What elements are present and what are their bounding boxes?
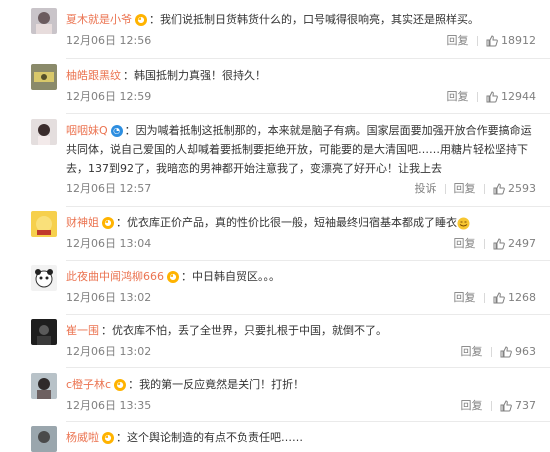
like-count: 18912 — [501, 34, 536, 47]
divider — [66, 314, 550, 315]
avatar[interactable] — [31, 211, 57, 237]
comment-text: ：优衣库不怕，丢了全世界，只要扎根于中国，就倒不了。 — [101, 324, 387, 337]
like-button[interactable]: 737 — [500, 399, 536, 412]
timestamp: 12月06日 12:57 — [66, 182, 152, 195]
report-button[interactable]: 投诉 — [415, 182, 437, 195]
avatar[interactable] — [31, 64, 57, 90]
avatar[interactable] — [31, 373, 57, 399]
username-link[interactable]: 此夜曲中闻鸿柳666 — [66, 270, 164, 283]
avatar[interactable] — [31, 119, 57, 145]
comment-text: ：韩国抵制力真强！很持久！ — [123, 69, 266, 82]
reply-button[interactable]: 回复 — [447, 90, 469, 103]
like-count: 12944 — [501, 90, 536, 103]
like-count: 737 — [515, 399, 536, 412]
divider — [66, 421, 550, 422]
laughing-emoji-icon — [457, 217, 470, 229]
reply-button[interactable]: 回复 — [454, 291, 476, 304]
like-button[interactable]: 18912 — [486, 34, 536, 47]
username-link[interactable]: 杨威啦 — [66, 431, 99, 444]
timestamp: 12月06日 13:04 — [66, 237, 152, 250]
comment-text: ：中日韩自贸区。。。 — [181, 270, 280, 283]
thumb-up-icon — [493, 183, 505, 195]
timestamp: 12月06日 12:56 — [66, 34, 152, 47]
reply-button[interactable]: 回复 — [447, 34, 469, 47]
vip-badge-icon: ◕ — [102, 217, 114, 229]
timestamp: 12月06日 13:02 — [66, 291, 152, 304]
vip-badge-icon: ◕ — [102, 432, 114, 444]
divider — [66, 260, 550, 261]
timestamp: 12月06日 13:02 — [66, 345, 152, 358]
thumb-up-icon — [500, 400, 512, 412]
vip-badge-icon: ◕ — [167, 271, 179, 283]
like-count: 963 — [515, 345, 536, 358]
avatar[interactable] — [31, 426, 57, 452]
reply-button[interactable]: 回复 — [461, 399, 483, 412]
like-button[interactable]: 963 — [500, 345, 536, 358]
reply-button[interactable]: 回复 — [454, 237, 476, 250]
username-link[interactable]: 财神姐 — [66, 216, 99, 229]
vip-badge-icon: ◕ — [135, 14, 147, 26]
comment-text: ：优衣库正价产品，真的性价比很一般，短袖最终归宿基本都成了睡衣 — [116, 216, 457, 229]
like-count: 2497 — [508, 237, 536, 250]
thumb-up-icon — [500, 346, 512, 358]
vip-badge-icon: ◕ — [114, 379, 127, 391]
thumb-up-icon — [486, 35, 498, 47]
avatar[interactable] — [31, 319, 57, 345]
username-link[interactable]: 咽咽妹Q — [66, 124, 108, 137]
divider — [66, 206, 550, 207]
avatar[interactable] — [31, 8, 57, 34]
thumb-up-icon — [493, 292, 505, 304]
username-link[interactable]: c橙子林c — [66, 378, 111, 391]
like-count: 2593 — [508, 182, 536, 195]
comment-text: ：因为喊着抵制这抵制那的，本来就是脑子有病。国家层面要加强开放合作要搞命运共同体… — [66, 124, 532, 175]
like-button[interactable]: 2593 — [493, 182, 536, 195]
username-link[interactable]: 崔一围 — [66, 324, 99, 337]
comment-text: ：我们说抵制日货韩货什么的，口号喊得很响亮，其实还是照样买。 — [149, 13, 479, 26]
reply-button[interactable]: 回复 — [461, 345, 483, 358]
like-button[interactable]: 1268 — [493, 291, 536, 304]
like-count: 1268 — [508, 291, 536, 304]
comment-feed: 夏木就是小爷 ◕ ：我们说抵制日货韩货什么的，口号喊得很响亮，其实还是照样买。 12… — [0, 0, 550, 452]
reply-button[interactable]: 回复 — [454, 182, 476, 195]
divider — [66, 58, 550, 59]
comment-text: ：我的第一反应竟然是关门！打折！ — [128, 378, 305, 391]
username-link[interactable]: 夏木就是小爷 — [66, 13, 132, 26]
member-badge-icon: ◔ — [110, 125, 123, 137]
comment-text: ：这个舆论制造的有点不负责任吧…… — [116, 431, 303, 444]
timestamp: 12月06日 13:35 — [66, 399, 152, 412]
divider — [66, 367, 550, 368]
divider — [66, 113, 550, 114]
timestamp: 12月06日 12:59 — [66, 90, 152, 103]
thumb-up-icon — [486, 91, 498, 103]
thumb-up-icon — [493, 238, 505, 250]
like-button[interactable]: 12944 — [486, 90, 536, 103]
like-button[interactable]: 2497 — [493, 237, 536, 250]
username-link[interactable]: 柚皓跟黑纹 — [66, 69, 121, 82]
avatar[interactable] — [31, 265, 57, 291]
